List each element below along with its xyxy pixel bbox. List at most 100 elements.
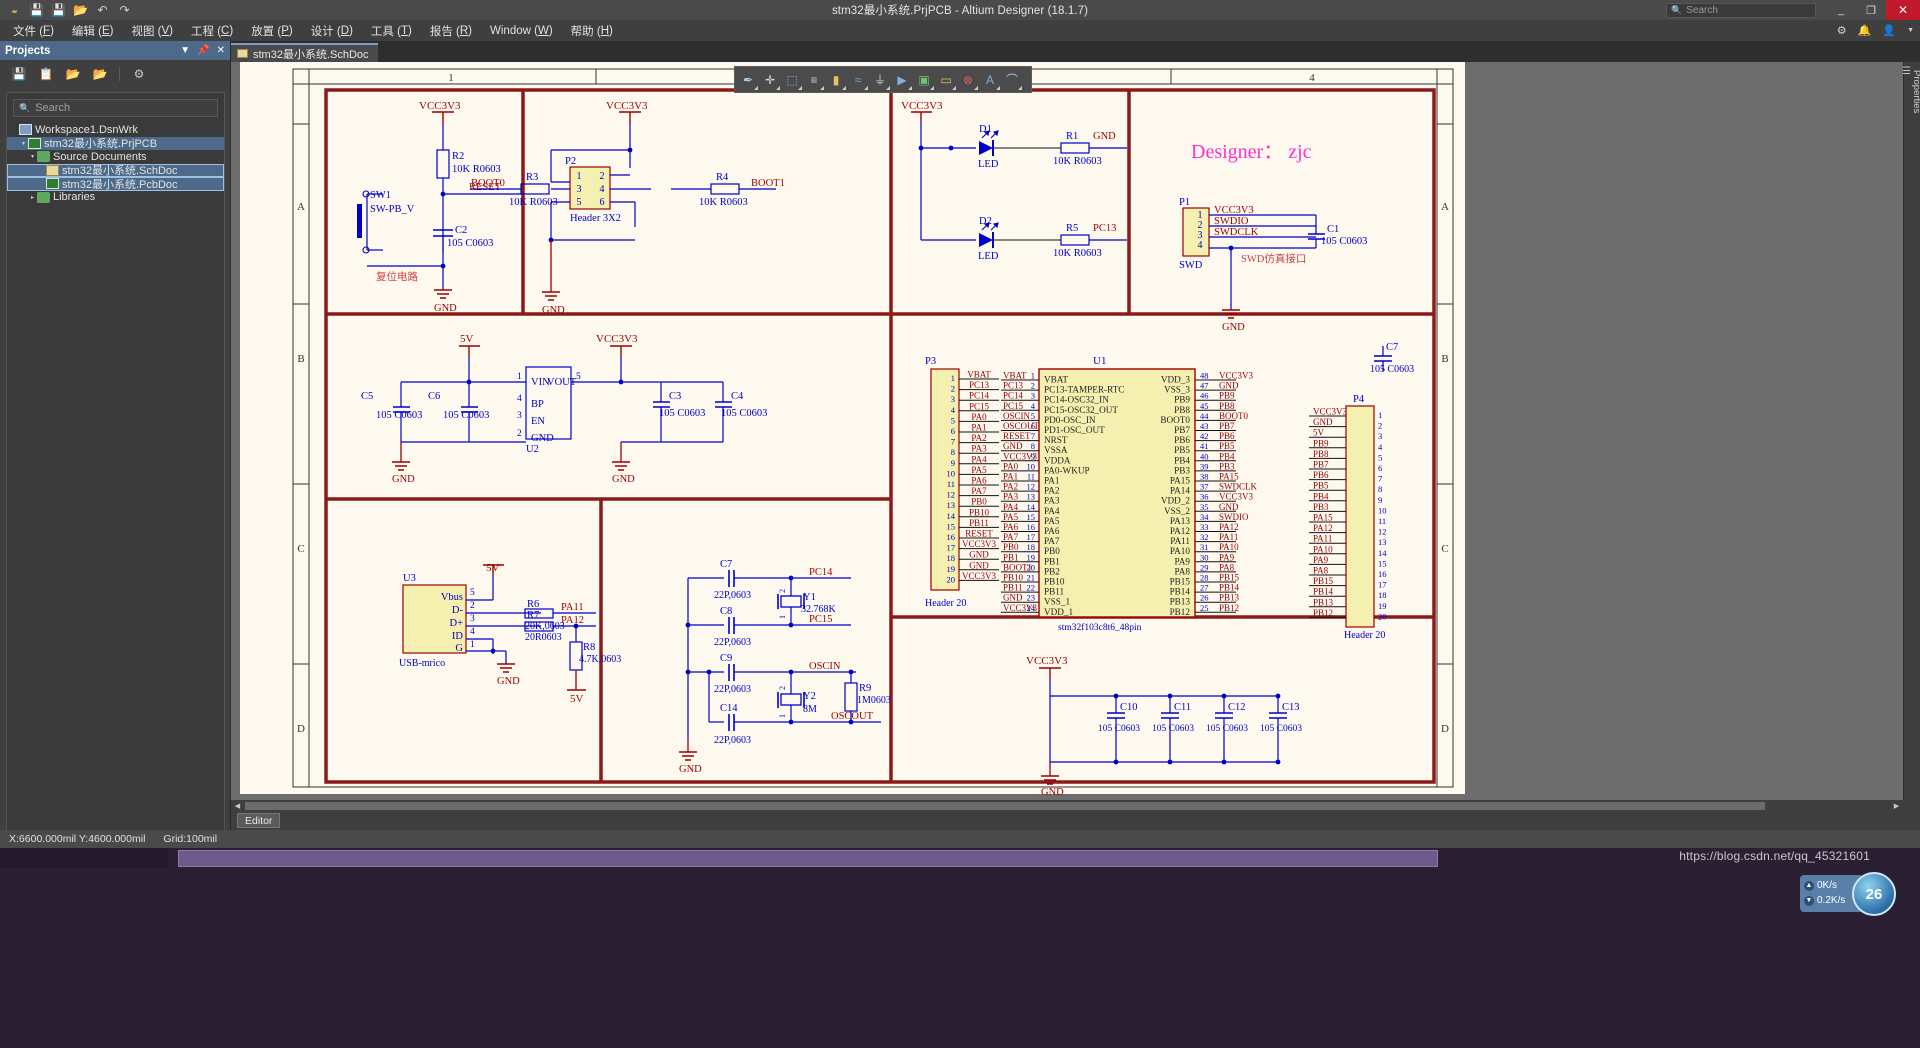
u1-right-pin-name: PB7: [1174, 425, 1190, 435]
chevron-down-icon[interactable]: ▼: [1907, 27, 1914, 34]
p4-net-label: VCC3V3: [1313, 407, 1348, 417]
select-region-icon[interactable]: ⬚: [781, 68, 803, 91]
network-badge[interactable]: 26: [1852, 872, 1896, 916]
u1-right-pin-name: VSS_2: [1164, 506, 1190, 516]
gear-icon[interactable]: ⚙: [1837, 24, 1847, 37]
svg-text:4: 4: [600, 184, 605, 195]
horizontal-scrollbar[interactable]: ◀ ▶: [231, 800, 1903, 811]
pin-icon[interactable]: 📌: [197, 45, 209, 56]
scroll-left-arrow-icon[interactable]: ◀: [231, 800, 244, 811]
close-icon[interactable]: ✕: [217, 45, 225, 56]
val-c3: 105 C0603: [659, 408, 705, 419]
taskbar-active-window[interactable]: [178, 850, 1438, 867]
p3-net-label: PA6: [971, 476, 987, 486]
close-button[interactable]: ✕: [1886, 0, 1920, 20]
schematic-editor-canvas[interactable]: 1 4 A B C D A B C D VCC3V3 R2 10K R0603 …: [231, 62, 1920, 800]
network-speed-widget[interactable]: ▲ 0K/s ▼ 0.2K/s 26: [1800, 872, 1896, 916]
arrow-down-icon: ▼: [1804, 895, 1814, 906]
restore-button[interactable]: ❐: [1856, 0, 1886, 20]
u1-left-pin-number: 17: [1027, 532, 1036, 542]
net-5v-power: 5V: [460, 333, 474, 345]
u1-right-pin-number: 38: [1200, 472, 1209, 482]
chevron-down-icon[interactable]: ▾: [28, 153, 37, 160]
p3-pin-number: 6: [951, 426, 955, 436]
user-icon[interactable]: 👤: [1882, 24, 1896, 37]
u1-left-pin-name: VBAT: [1044, 375, 1068, 385]
u1-right-pin-name: PA12: [1170, 526, 1190, 536]
ref-c4: C4: [731, 391, 744, 402]
scroll-right-arrow-icon[interactable]: ▶: [1890, 800, 1903, 811]
tree-item-4[interactable]: stm32最小系统.PcbDoc: [7, 177, 224, 191]
u1-left-pin-number: 1: [1031, 371, 1035, 381]
row-label-A-left: A: [297, 201, 305, 213]
copy-icon[interactable]: 📋: [38, 66, 54, 82]
p4-net-label: PA9: [1313, 555, 1329, 565]
redo-icon[interactable]: ↷: [117, 3, 132, 18]
menu-item-1[interactable]: 编辑 (E): [63, 20, 123, 41]
u1-right-pin-name: VDD_3: [1161, 375, 1190, 385]
wire-icon[interactable]: ≈: [847, 68, 869, 91]
menu-item-7[interactable]: 报告 (R): [421, 20, 481, 41]
save-icon[interactable]: 💾: [11, 66, 27, 82]
filter-icon[interactable]: ✒: [737, 68, 759, 91]
net-label-icon[interactable]: ▭: [935, 68, 957, 91]
properties-rail[interactable]: ☰ Properties: [1902, 62, 1920, 800]
no-erc-icon[interactable]: ⊗: [957, 68, 979, 91]
ref-r6: R6: [527, 599, 539, 610]
row-label-A-right: A: [1441, 201, 1449, 213]
sheet-symbol-icon[interactable]: ▣: [913, 68, 935, 91]
schematic-placement-toolbar[interactable]: ✒ ✛ ⬚ ≡ ▮ ≈ ⏚ ▶ ▣ ▭ ⊗ A ⌒: [734, 66, 1032, 93]
net-pa12: PA12: [561, 615, 584, 626]
p3-net-label: GND: [969, 550, 989, 560]
save-icon[interactable]: 💾: [29, 3, 44, 18]
u1-right-pin-name: PB9: [1174, 395, 1190, 405]
properties-rail-label[interactable]: Properties: [1911, 70, 1920, 113]
u1-right-pin-number: 30: [1200, 552, 1209, 562]
chevron-right-icon[interactable]: ▸: [28, 194, 37, 201]
open-folder-icon[interactable]: 📂: [73, 3, 88, 18]
align-icon[interactable]: ≡: [803, 68, 825, 91]
properties-panel-icon[interactable]: ☰: [1902, 66, 1911, 77]
port-icon[interactable]: ▶: [891, 68, 913, 91]
horizontal-scroll-thumb[interactable]: [245, 801, 1765, 810]
u1-right-pin-name: VSS_3: [1164, 385, 1190, 395]
tree-item-1[interactable]: ▾ stm32最小系统.PrjPCB: [7, 136, 224, 150]
ground-icon[interactable]: ⏚: [869, 68, 891, 91]
sheet-viewport: 1 4 A B C D A B C D VCC3V3 R2 10K R0603 …: [231, 62, 1538, 800]
tab-editor[interactable]: Editor: [237, 813, 281, 828]
close-project-icon[interactable]: 📂: [92, 66, 108, 82]
minimize-button[interactable]: _: [1826, 0, 1856, 20]
save-all-icon[interactable]: 💾: [51, 3, 66, 18]
projects-search-input[interactable]: 🔍 Search: [13, 99, 218, 117]
component-icon[interactable]: ▮: [825, 68, 847, 91]
crosshair-icon[interactable]: ✛: [759, 68, 781, 91]
bell-icon[interactable]: 🔔: [1858, 24, 1872, 37]
altium-logo-icon[interactable]: ◒: [7, 3, 22, 18]
search-input[interactable]: 🔍 Search: [1666, 2, 1816, 18]
title-bar: ◒ 💾 💾 📂 ↶ ↷ stm32最小系统.PrjPCB - Altium De…: [0, 0, 1920, 20]
ref-p1: P1: [1179, 197, 1190, 208]
menu-item-9[interactable]: 帮助 (H): [562, 20, 622, 41]
status-coordinates: X:6600.000mil Y:4600.000mil: [9, 833, 146, 845]
row-label-B-right: B: [1441, 353, 1448, 365]
ref-c1: C1: [1327, 224, 1339, 235]
menu-item-0[interactable]: 文件 (F): [4, 20, 63, 41]
menu-item-4[interactable]: 放置 (P): [242, 20, 302, 41]
open-project-icon[interactable]: 📂: [65, 66, 81, 82]
menu-item-6[interactable]: 工具 (T): [362, 20, 421, 41]
menu-item-5[interactable]: 设计 (D): [302, 20, 362, 41]
arc-icon[interactable]: ⌒: [1001, 68, 1023, 91]
menu-item-8[interactable]: Window (W): [481, 20, 562, 41]
chevron-down-icon[interactable]: ▾: [19, 140, 28, 147]
menu-item-3[interactable]: 工程 (C): [182, 20, 242, 41]
settings-icon[interactable]: ⚙: [131, 66, 147, 82]
menu-item-2[interactable]: 视图 (V): [122, 20, 182, 41]
u1-left-pin-number: 21: [1027, 573, 1036, 583]
text-icon[interactable]: A: [979, 68, 1001, 91]
undo-icon[interactable]: ↶: [95, 3, 110, 18]
ref-p4: P4: [1353, 394, 1365, 405]
tab-schdoc[interactable]: stm32最小系统.SchDoc: [231, 43, 378, 62]
tree-item-5[interactable]: ▸ Libraries: [7, 191, 224, 205]
net-5v-usb2: 5V: [570, 693, 584, 705]
chevron-down-icon[interactable]: ▼: [180, 45, 190, 56]
